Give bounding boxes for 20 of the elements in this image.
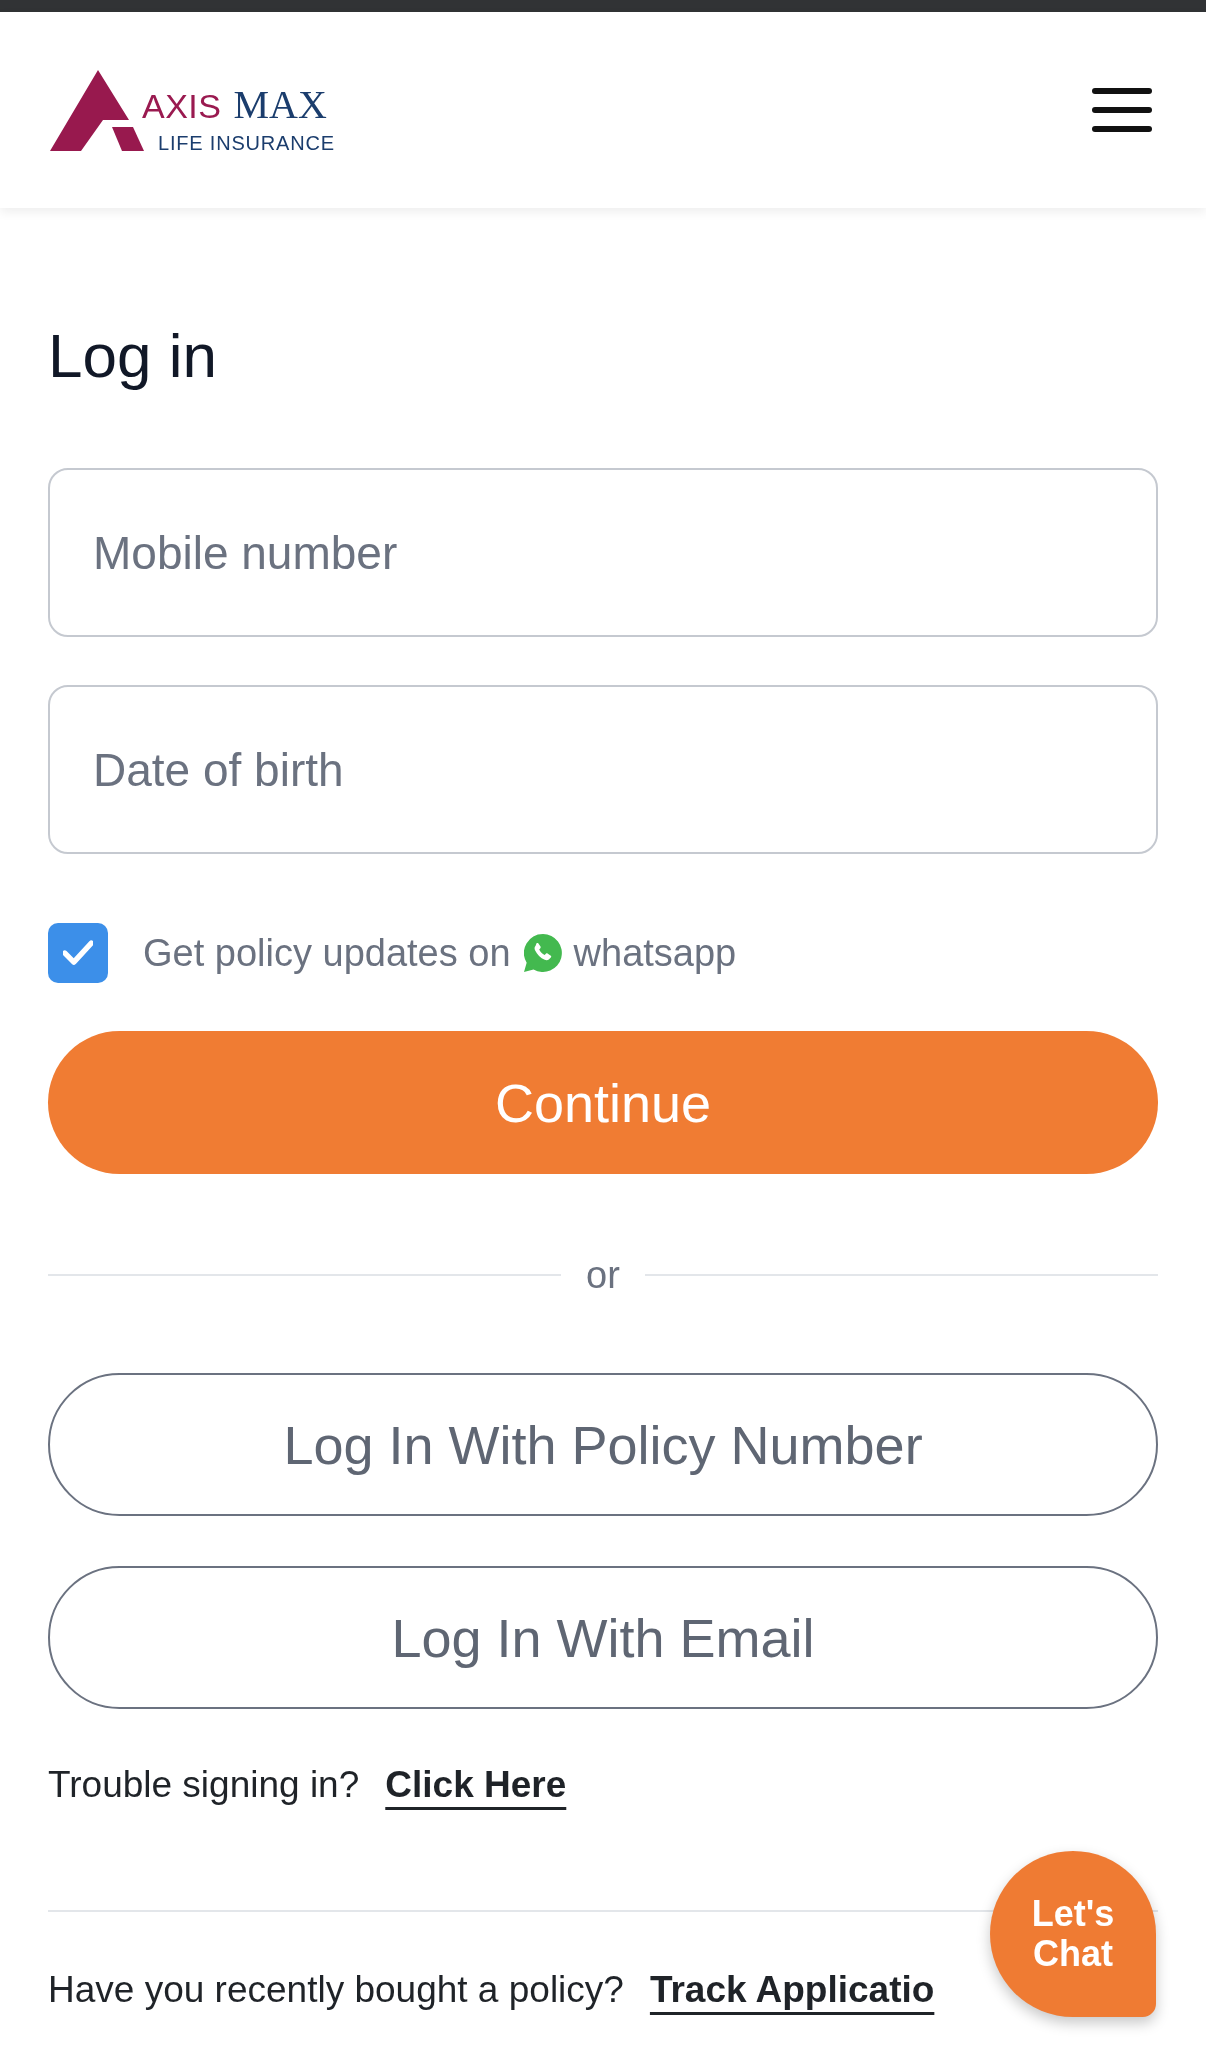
logo-text: AXIS — [142, 88, 222, 123]
logo-text: MAX — [233, 84, 327, 125]
checkbox[interactable] — [48, 923, 108, 983]
checkbox-label: Get policy updates on — [143, 931, 511, 975]
menu-icon[interactable] — [1092, 88, 1152, 132]
login-option-button[interactable]: Log In With Policy Number — [48, 1373, 1158, 1516]
input-field[interactable]: Date of birth — [48, 685, 1158, 854]
logo-mark-icon — [50, 69, 144, 151]
page-title: Log in — [48, 320, 218, 392]
help-link[interactable]: Click Here — [385, 1764, 567, 1806]
checkbox-label: whatsapp — [573, 931, 737, 975]
logo-tagline: LIFE INSURANCE — [158, 132, 335, 153]
help-text: Trouble signing in? — [48, 1764, 360, 1806]
track-application-link[interactable]: Track Applicatio — [649, 1969, 935, 2011]
divider-label: or — [586, 1255, 620, 1295]
chat-bubble-phone-icon — [523, 934, 562, 972]
footer-text: Have you recently bought a policy? — [48, 1969, 624, 2011]
login-option-button[interactable]: Log In With Email — [48, 1566, 1158, 1709]
check-icon — [63, 938, 93, 968]
input-field[interactable]: Mobile number — [48, 468, 1158, 637]
